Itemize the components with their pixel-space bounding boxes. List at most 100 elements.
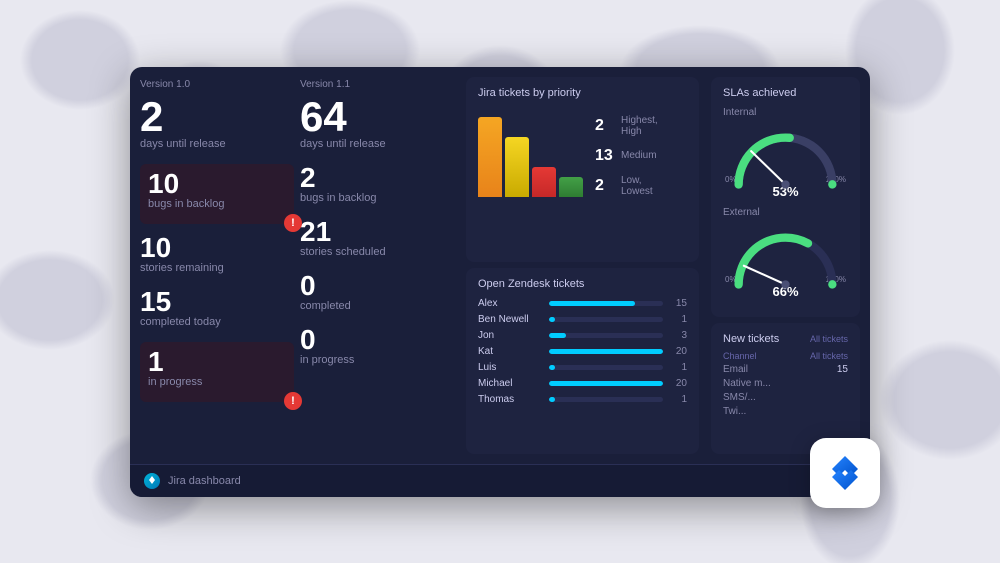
v1-stories-block: 10 stories remaining xyxy=(140,234,294,282)
zendesk-row: Michael 20 xyxy=(478,378,687,389)
jira-logo-svg xyxy=(824,452,866,494)
zendesk-bar-wrap xyxy=(549,381,663,386)
zendesk-bar-wrap xyxy=(549,301,663,306)
ticket-native-row: Native m... xyxy=(723,378,848,389)
middle-panels: Jira tickets by priority 2 Highest,High xyxy=(460,67,705,464)
zendesk-title: Open Zendesk tickets xyxy=(478,278,687,290)
sla-internal-label: Internal xyxy=(723,107,848,118)
legend-low-label: Low,Lowest xyxy=(621,175,653,197)
jira-bar-orange xyxy=(478,117,502,197)
v1-inprogress-num: 1 xyxy=(148,348,286,376)
ticket-col-count: All tickets xyxy=(810,351,848,361)
zendesk-bar-wrap xyxy=(549,365,663,370)
zendesk-row-name: Jon xyxy=(478,330,543,341)
zendesk-panel: Open Zendesk tickets Alex 15 Ben Newell … xyxy=(466,268,699,454)
sla-external-section: External 0% 100% xyxy=(723,207,848,299)
legend-medium-label: Medium xyxy=(621,150,657,161)
gauge-external-svg xyxy=(723,222,848,290)
v1-bugs-box: 10 bugs in backlog ! xyxy=(140,164,294,224)
ticket-twi-label: Twi... xyxy=(723,406,746,417)
dashboard: Version 1.0 2 days until release 10 bugs… xyxy=(130,67,870,497)
v1-inprogress-box: 1 in progress ! xyxy=(140,342,294,402)
v2-stories-num: 21 xyxy=(300,218,454,246)
ticket-sms-label: SMS/... xyxy=(723,392,756,403)
jira-bar-red xyxy=(532,167,556,197)
jira-bar-green xyxy=(559,177,583,197)
zendesk-row-count: 1 xyxy=(669,314,687,325)
v2-stories-block: 21 stories scheduled xyxy=(300,218,454,266)
ticket-sms-row: SMS/... xyxy=(723,392,848,403)
jira-chart-area: 2 Highest,High 13 Medium 2 Low,Lowest xyxy=(478,107,687,197)
v1-days-block: 2 days until release xyxy=(140,96,294,158)
jira-bar-yellow xyxy=(505,137,529,197)
v2-inprogress-label: in progress xyxy=(300,354,454,366)
sla-panel: SLAs achieved Internal xyxy=(711,77,860,317)
all-tickets-link[interactable]: All tickets xyxy=(810,334,848,344)
ticket-email-label: Email xyxy=(723,364,748,375)
legend-highest: 2 Highest,High xyxy=(595,115,658,137)
jira-bar-chart xyxy=(478,107,583,197)
zendesk-bar-fill xyxy=(549,397,555,402)
ticket-col-channel: Channel xyxy=(723,351,757,361)
dashboard-footer: Jira dashboard xyxy=(130,464,870,497)
sla-title: SLAs achieved xyxy=(723,87,848,99)
legend-medium: 13 Medium xyxy=(595,147,658,165)
v2-inprogress-block: 0 in progress xyxy=(300,326,454,374)
v2-completed-num: 0 xyxy=(300,272,454,300)
zendesk-row: Kat 20 xyxy=(478,346,687,357)
zendesk-bar-fill xyxy=(549,381,663,386)
v1-bugs-num: 10 xyxy=(148,170,286,198)
zendesk-row: Luis 1 xyxy=(478,362,687,373)
zendesk-row-name: Luis xyxy=(478,362,543,373)
jira-floating-badge xyxy=(810,438,880,508)
jira-tickets-panel: Jira tickets by priority 2 Highest,High xyxy=(466,77,699,263)
zendesk-bar-fill xyxy=(549,317,555,322)
v1-completed-label: completed today xyxy=(140,316,294,328)
version2-col: Version 1.1 64 days until release 2 bugs… xyxy=(300,77,454,454)
v1-days-label: days until release xyxy=(140,138,294,150)
zendesk-bar-fill xyxy=(549,349,663,354)
jira-tickets-title: Jira tickets by priority xyxy=(478,87,687,99)
v2-completed-block: 0 completed xyxy=(300,272,454,320)
zendesk-bar-fill xyxy=(549,365,555,370)
v2-days-label: days until release xyxy=(300,138,454,150)
v1-completed-num: 15 xyxy=(140,288,294,316)
legend-medium-num: 13 xyxy=(595,147,615,165)
v1-inprogress-label: in progress xyxy=(148,376,286,388)
new-tickets-panel: New tickets All tickets Channel All tick… xyxy=(711,323,860,454)
new-tickets-header: New tickets All tickets xyxy=(723,333,848,345)
legend-highest-num: 2 xyxy=(595,117,615,135)
v2-inprogress-num: 0 xyxy=(300,326,454,354)
v1-stories-num: 10 xyxy=(140,234,294,262)
zendesk-row-count: 15 xyxy=(669,298,687,309)
zendesk-row: Thomas 1 xyxy=(478,394,687,405)
v1-bugs-alert: ! xyxy=(284,214,302,232)
zendesk-row-count: 20 xyxy=(669,378,687,389)
zendesk-bar-wrap xyxy=(549,333,663,338)
sla-external-gauge xyxy=(723,222,848,277)
zendesk-rows: Alex 15 Ben Newell 1 Jon 3 Kat 20 Luis xyxy=(478,298,687,405)
zendesk-row-name: Michael xyxy=(478,378,543,389)
v2-days-block: 64 days until release xyxy=(300,96,454,158)
zendesk-row: Ben Newell 1 xyxy=(478,314,687,325)
zendesk-row: Jon 3 xyxy=(478,330,687,341)
zendesk-row-count: 3 xyxy=(669,330,687,341)
legend-highest-label: Highest,High xyxy=(621,115,658,137)
ticket-native-label: Native m... xyxy=(723,378,771,389)
version2-header: Version 1.1 xyxy=(300,77,454,92)
right-panels: SLAs achieved Internal xyxy=(705,67,870,464)
new-tickets-title: New tickets xyxy=(723,333,779,345)
v1-stories-label: stories remaining xyxy=(140,262,294,274)
zendesk-row: Alex 15 xyxy=(478,298,687,309)
v2-completed-label: completed xyxy=(300,300,454,312)
ticket-twi-row: Twi... xyxy=(723,406,848,417)
v1-bugs-label: bugs in backlog xyxy=(148,198,286,210)
v2-bugs-label: bugs in backlog xyxy=(300,192,454,204)
v2-days-num: 64 xyxy=(300,96,454,138)
jira-floating-container xyxy=(810,438,880,508)
zendesk-row-name: Thomas xyxy=(478,394,543,405)
legend-low-num: 2 xyxy=(595,177,615,195)
v1-days-num: 2 xyxy=(140,96,294,138)
ticket-email-count: 15 xyxy=(837,364,848,375)
gauge-internal-svg xyxy=(723,122,848,190)
